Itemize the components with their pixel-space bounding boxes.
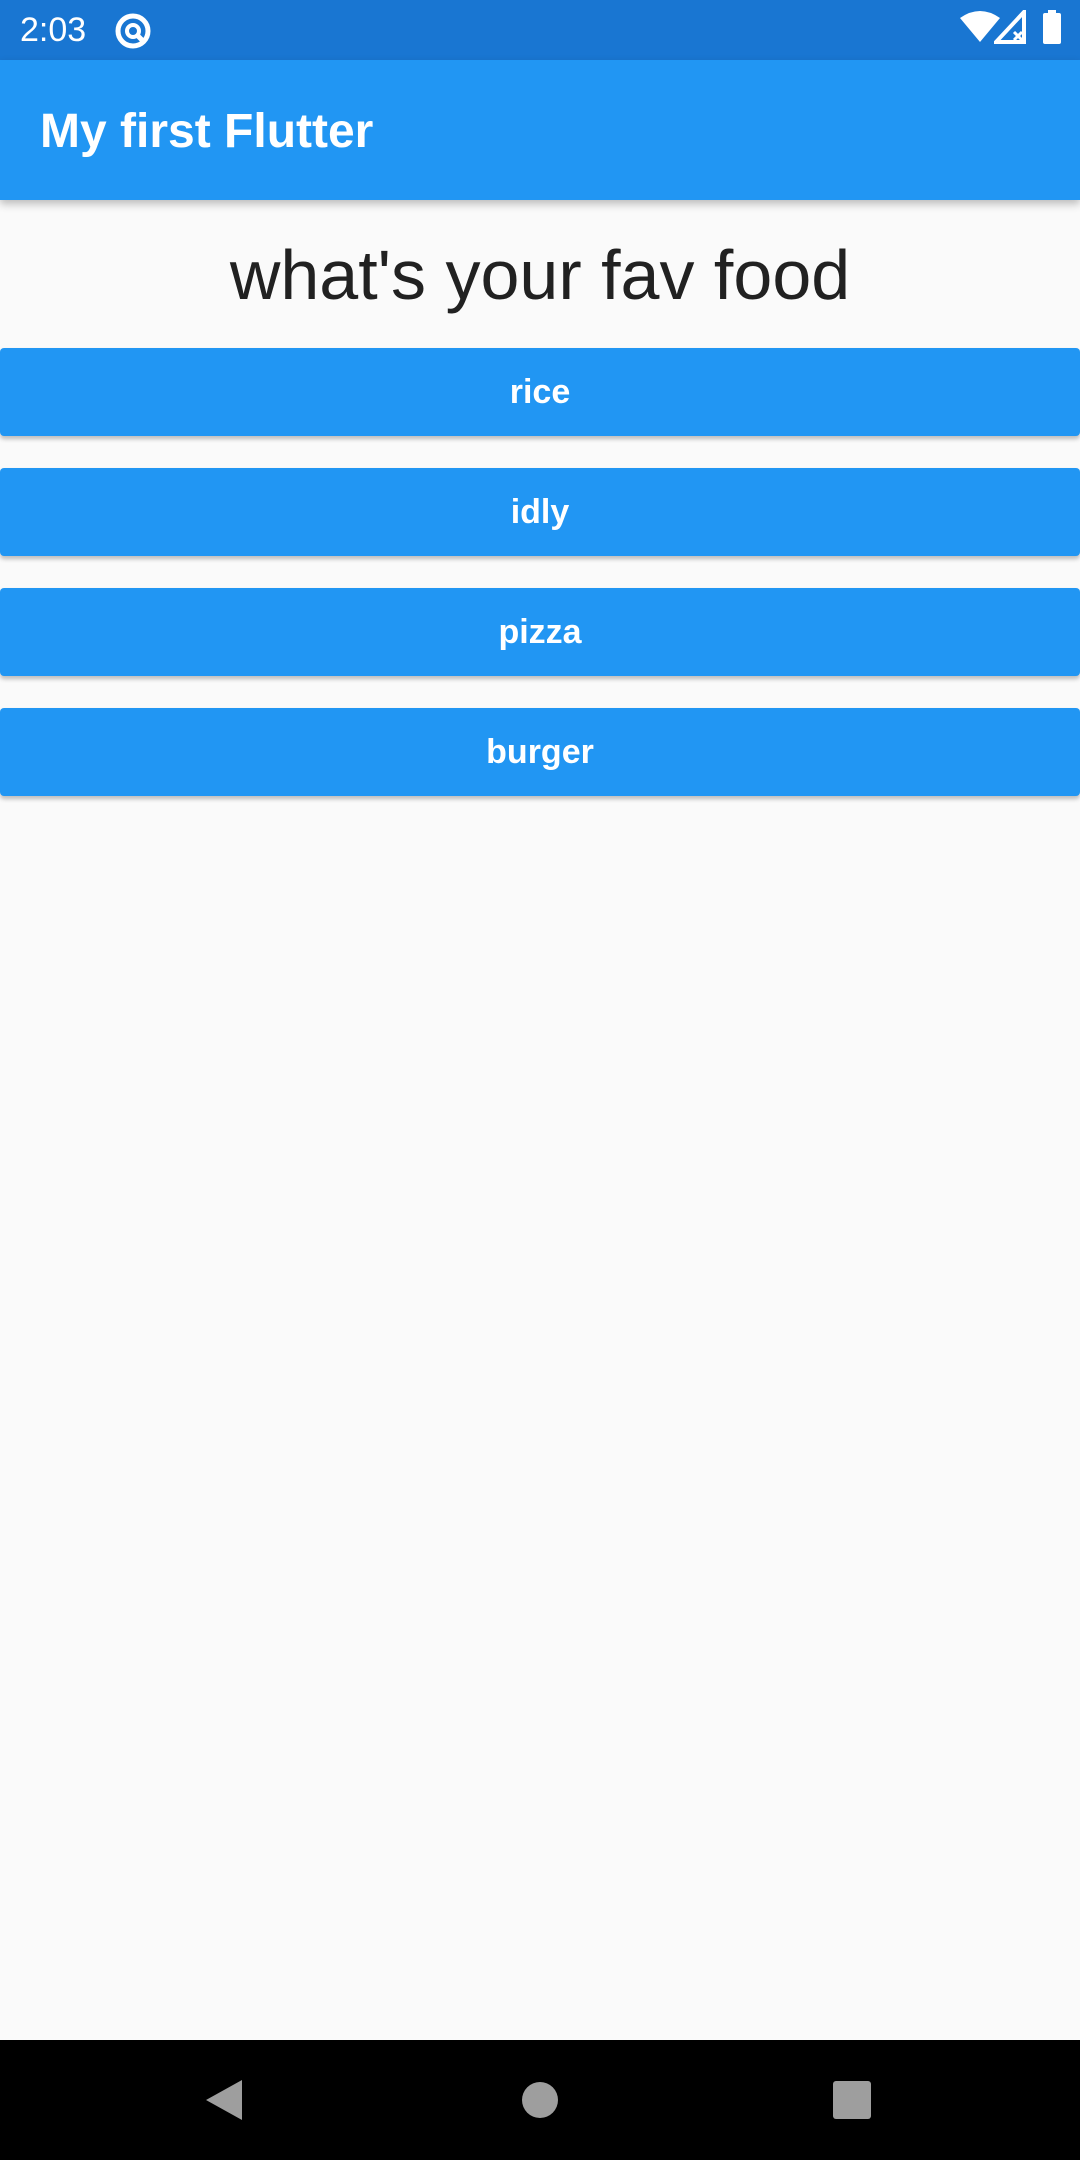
burger-button[interactable]: burger xyxy=(0,708,1080,796)
recents-button[interactable] xyxy=(792,2040,912,2160)
app-title: My first Flutter xyxy=(40,105,374,158)
home-icon xyxy=(522,2082,558,2118)
app-bar: My first Flutter xyxy=(0,60,1080,200)
rice-button[interactable]: rice xyxy=(0,348,1080,436)
sync-icon xyxy=(114,12,152,50)
pizza-button[interactable]: pizza xyxy=(0,588,1080,676)
home-button[interactable] xyxy=(480,2040,600,2160)
status-bar: 2:03 xyxy=(0,0,1080,60)
status-time: 2:03 xyxy=(20,11,87,49)
navigation-bar xyxy=(0,2040,1080,2160)
question-text: what's your fav food xyxy=(229,236,851,314)
back-button[interactable] xyxy=(166,2040,286,2160)
recents-icon xyxy=(833,2081,871,2119)
idly-button[interactable]: idly xyxy=(0,468,1080,556)
main-content: what's your fav food rice idly pizza bur… xyxy=(0,200,1080,2040)
back-icon xyxy=(206,2080,242,2120)
